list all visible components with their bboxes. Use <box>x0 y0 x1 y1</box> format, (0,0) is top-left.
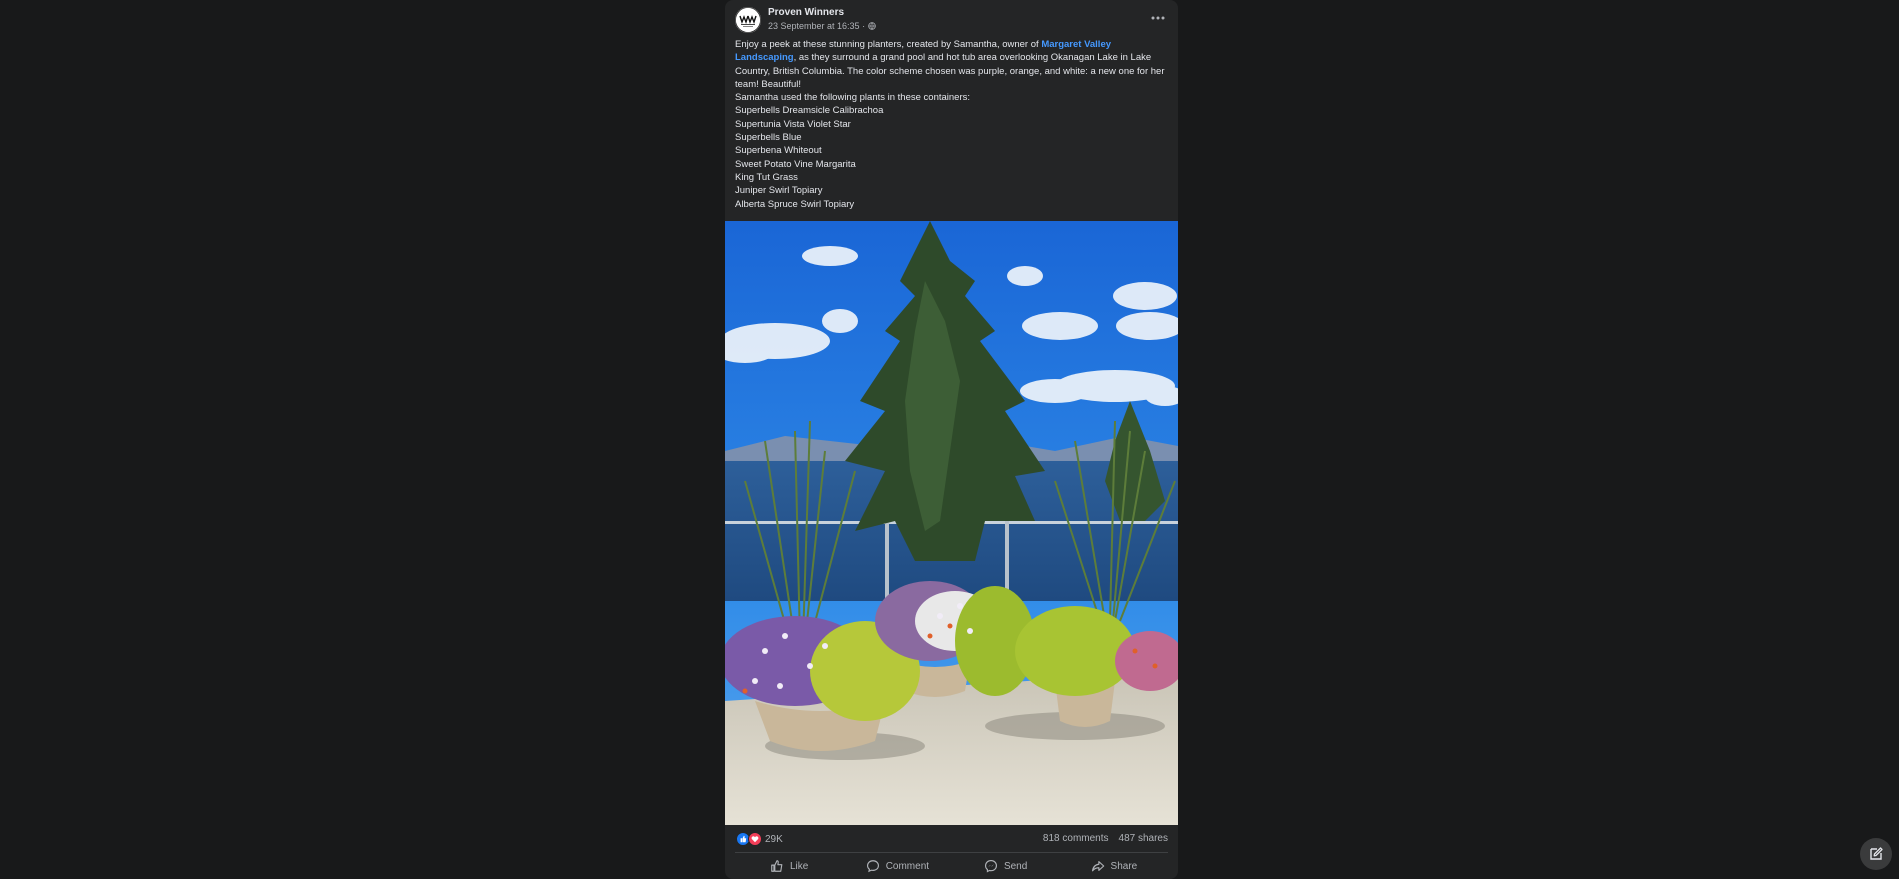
share-label: Share <box>1110 860 1138 872</box>
post-caption: Enjoy a peek at these stunning planters,… <box>735 38 1171 211</box>
compose-icon <box>1870 847 1883 860</box>
list-item: Sweet Potato Vine Margarita <box>735 158 856 170</box>
post-timestamp[interactable]: 23 September at 16:35 · <box>768 21 865 31</box>
share-arrow-icon <box>1091 861 1104 872</box>
proven-winners-logo-icon <box>735 7 761 33</box>
post-card: Proven Winners 23 September at 16:35 · E… <box>725 0 1178 879</box>
post-meta: 23 September at 16:35 · <box>768 21 876 31</box>
comment-label: Comment <box>885 860 930 872</box>
shares-count-link[interactable]: 487 shares <box>1119 833 1168 844</box>
caption-text-after: , as they surround a grand pool and hot … <box>735 52 1165 90</box>
page-avatar[interactable] <box>735 7 761 33</box>
messenger-icon <box>984 860 997 873</box>
like-button[interactable]: Like <box>735 855 843 877</box>
list-item: Supertunia Vista Violet Star <box>735 118 851 130</box>
planters-photo <box>725 221 1178 825</box>
love-reaction-icon <box>748 832 762 846</box>
post-photo[interactable] <box>725 221 1178 825</box>
post-actions: Like Comment Send Share <box>735 855 1168 877</box>
actions-divider <box>735 852 1168 853</box>
send-button[interactable]: Send <box>952 855 1060 877</box>
plant-list: Superbells Dreamsicle Calibrachoa Supert… <box>735 104 1171 210</box>
reactions-summary[interactable]: 29K <box>736 832 783 846</box>
caption-text-before: Enjoy a peek at these stunning planters,… <box>735 39 1042 50</box>
like-label: Like <box>789 860 809 872</box>
more-dots-icon <box>1151 16 1165 20</box>
list-item: King Tut Grass <box>735 171 798 183</box>
reaction-count: 29K <box>765 833 783 845</box>
globe-icon <box>868 22 876 30</box>
caption-list-intro: Samantha used the following plants in th… <box>735 92 971 104</box>
list-item: Superbells Blue <box>735 132 802 144</box>
page-name-link[interactable]: Proven Winners <box>768 7 844 18</box>
thumbs-up-icon <box>771 860 783 872</box>
list-item: Alberta Spruce Swirl Topiary <box>735 198 855 210</box>
comment-bubble-icon <box>866 860 879 873</box>
send-label: Send <box>1003 860 1028 872</box>
list-item: Superbells Dreamsicle Calibrachoa <box>735 105 884 117</box>
engagement-counts: 818 comments 487 shares <box>1043 833 1168 844</box>
list-item: Juniper Swirl Topiary <box>735 185 823 197</box>
comments-count-link[interactable]: 818 comments <box>1043 833 1109 844</box>
post-stats: 29K 818 comments 487 shares <box>725 825 1178 851</box>
list-item: Superbena Whiteout <box>735 145 822 157</box>
post-header: Proven Winners 23 September at 16:35 · <box>725 0 1178 38</box>
comment-button[interactable]: Comment <box>843 855 951 877</box>
caption-intro: Enjoy a peek at these stunning planters,… <box>735 38 1171 91</box>
new-message-button[interactable] <box>1860 838 1892 870</box>
share-button[interactable]: Share <box>1060 855 1168 877</box>
more-options-button[interactable] <box>1148 10 1168 26</box>
